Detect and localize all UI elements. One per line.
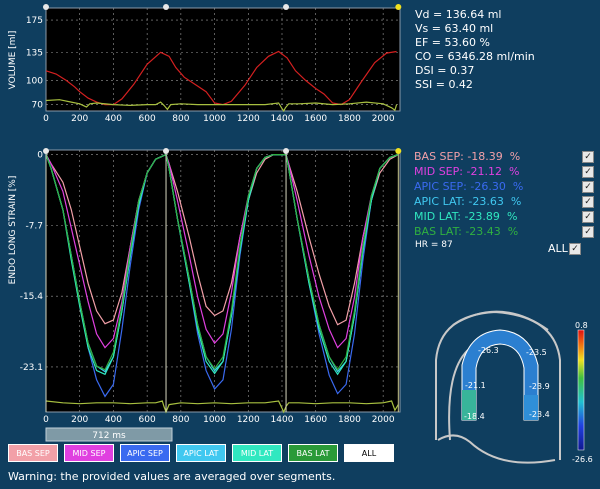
volume-axis-label: VOLUME [ml] [8, 31, 18, 90]
button-apic-sep[interactable]: APIC SEP [120, 444, 170, 462]
cycle-marker-handle[interactable] [283, 4, 290, 10]
button-all[interactable]: ALL [344, 444, 394, 462]
strain-xtick-label: 1600 [304, 415, 327, 425]
strain-xtick-label: 400 [105, 415, 122, 425]
volume-xtick-label: 600 [139, 114, 156, 124]
cycle-marker-handle[interactable] [163, 148, 170, 154]
button-bas-lat[interactable]: BAS LAT [288, 444, 338, 462]
volume-ytick-label: 70 [32, 101, 44, 111]
bas-sep-label: -18.4 [464, 412, 485, 421]
heart-outline-top [452, 310, 549, 331]
strain-xtick-label: 600 [139, 415, 156, 425]
segment-value-apic-lat: APIC LAT: -23.63 % [414, 195, 522, 208]
strain-ytick-label: -23.1 [20, 363, 43, 373]
cycle-marker-handle[interactable] [395, 148, 402, 154]
segment-checkbox-apic-lat[interactable]: ✓ [582, 196, 594, 208]
colorbar-min-label: -26.6 [572, 455, 593, 464]
cycle-marker-handle[interactable] [395, 4, 402, 10]
cycle-marker-handle[interactable] [163, 4, 170, 10]
volume-xtick-label: 1400 [271, 114, 294, 124]
strain-xtick-label: 1000 [203, 415, 226, 425]
cycle-marker-handle[interactable] [283, 148, 290, 154]
strain-axis-label: ENDO LONG STRAIN [%] [8, 176, 18, 285]
colorbar-max-label: 0.8 [575, 321, 588, 330]
mid-lat-label: -23.9 [529, 382, 550, 391]
segment-checkbox-mid-lat[interactable]: ✓ [582, 211, 594, 223]
strain-xtick-label: 2000 [372, 415, 395, 425]
warning-text: Warning: the provided values are average… [8, 470, 336, 483]
volume-xtick-label: 1800 [338, 114, 361, 124]
cycle-marker-handle[interactable] [43, 148, 49, 154]
volume-xtick-label: 1600 [304, 114, 327, 124]
segment-value-bas-sep: BAS SEP: -18.39 % [414, 150, 521, 163]
strain-xtick-label: 1200 [237, 415, 260, 425]
button-mid-lat[interactable]: MID LAT [232, 444, 282, 462]
strain-plot-area [45, 149, 401, 413]
volume-xtick-label: 0 [43, 114, 49, 124]
volume-xtick-label: 2000 [372, 114, 395, 124]
segment-value-mid-sep: MID SEP: -21.12 % [414, 165, 520, 178]
segment-checkbox-bas-sep[interactable]: ✓ [582, 151, 594, 163]
volume-ytick-label: 100 [26, 76, 43, 86]
segment-value-bas-lat: BAS LAT: -23.43 % [414, 225, 519, 238]
strain-ytick-label: -7.7 [25, 221, 43, 231]
volume-ytick-label: 175 [26, 16, 43, 26]
all-label: ALL [548, 242, 568, 255]
segment-checkbox-mid-sep[interactable]: ✓ [582, 166, 594, 178]
strain-xtick-label: 0 [43, 415, 49, 425]
apic-lat-label: -23.5 [526, 348, 547, 357]
apic-sep-label: -26.3 [478, 346, 499, 355]
volume-xtick-label: 800 [172, 114, 189, 124]
strain-xtick-label: 200 [71, 415, 88, 425]
stat-co: CO = 6346.28 ml/min [415, 50, 535, 63]
volume-ytick-label: 135 [26, 48, 43, 58]
volume-xtick-label: 1000 [203, 114, 226, 124]
bas-lat-label: -23.4 [529, 410, 550, 419]
strain-ytick-label: -15.4 [20, 292, 44, 302]
stat-vd: Vd = 136.64 ml [415, 8, 502, 21]
button-apic-lat[interactable]: APIC LAT [176, 444, 226, 462]
all-checkbox[interactable]: ✓ [569, 243, 581, 255]
volume-xtick-label: 200 [71, 114, 88, 124]
strain-xtick-label: 1400 [271, 415, 294, 425]
mid-sep-label: -21.1 [465, 381, 486, 390]
volume-plot-area [45, 7, 401, 112]
segment-checkbox-bas-lat[interactable]: ✓ [582, 226, 594, 238]
stat-dsi: DSI = 0.37 [415, 64, 475, 77]
strain-colorbar [577, 329, 585, 451]
button-mid-sep[interactable]: MID SEP [64, 444, 114, 462]
stat-ssi: SSI = 0.42 [415, 78, 473, 91]
stat-ef: EF = 53.60 % [415, 36, 490, 49]
button-bas-sep[interactable]: BAS SEP [8, 444, 58, 462]
cycle-marker-handle[interactable] [43, 4, 49, 10]
strain-ytick-label: 0 [37, 151, 43, 161]
strain-xtick-label: 1800 [338, 415, 361, 425]
segment-value-apic-sep: APIC SEP: -26.30 % [414, 180, 524, 193]
main-canvas: 0 200 400 600 800 1000 1200 1400 1600 1800 2000701… [8, 4, 593, 464]
interval-label: 712 ms [92, 431, 126, 441]
stat-vs: Vs = 63.40 ml [415, 22, 494, 35]
segment-checkbox-apic-sep[interactable]: ✓ [582, 181, 594, 193]
strain-xtick-label: 800 [172, 415, 189, 425]
volume-xtick-label: 400 [105, 114, 122, 124]
heart-outline-base [437, 434, 556, 464]
volume-xtick-label: 1200 [237, 114, 260, 124]
heart-diagram: -26.3 -21.1 -18.4 -23.5 -23.9 -23.4 [435, 310, 561, 464]
segment-value-mid-lat: MID LAT: -23.89 % [414, 210, 518, 223]
heart-rate-label: HR = 87 [415, 240, 453, 250]
